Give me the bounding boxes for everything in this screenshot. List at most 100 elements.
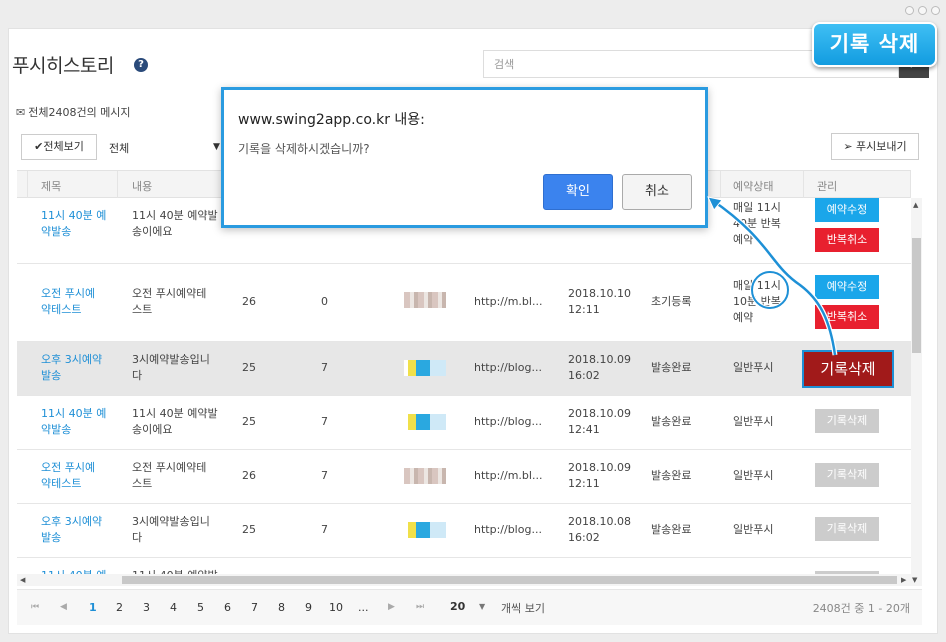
column-header-title[interactable]: 제목 xyxy=(41,178,61,194)
row-count-open: 7 xyxy=(321,469,328,482)
page-link[interactable]: 6 xyxy=(224,601,231,614)
row-title[interactable]: 오후 3시예약 발송 xyxy=(41,352,102,384)
app-window: 푸시히스토리 ? ⌕ 기록 삭제 ✉전체2408건의 메시지 ✔전체보기 전체 … xyxy=(0,0,946,642)
time-line: 16:02 xyxy=(568,531,600,544)
delete-record-button[interactable]: 기록삭제 xyxy=(815,463,879,487)
cancel-repeat-button[interactable]: 반복취소 xyxy=(815,305,879,329)
column-header-manage[interactable]: 관리 xyxy=(817,178,837,194)
send-push-button[interactable]: ➢ 푸시보내기 xyxy=(831,133,919,160)
vertical-scroll-thumb[interactable] xyxy=(912,238,921,353)
row-count-sent: 25 xyxy=(242,523,256,536)
view-all-button[interactable]: ✔전체보기 xyxy=(21,134,97,160)
page-link[interactable]: 1 xyxy=(89,601,97,614)
horizontal-scroll-thumb[interactable] xyxy=(122,576,897,584)
row-count-open: 7 xyxy=(321,415,328,428)
caret-down-icon[interactable]: ▼ xyxy=(213,142,220,152)
row-title[interactable]: 11시 40분 예약발송 xyxy=(41,406,106,438)
page-link[interactable]: 7 xyxy=(251,601,258,614)
page-link[interactable]: 2 xyxy=(116,601,123,614)
table-row[interactable]: 오후 3시예약 발송 3시예약발송입니 다 25 7 http://blog... … xyxy=(17,504,911,558)
title-line: 11시 40분 예 xyxy=(41,407,107,420)
page-link[interactable]: 5 xyxy=(197,601,204,614)
row-reserve: 매일 11시 10분 반복 예약 xyxy=(733,278,781,326)
last-page-icon[interactable]: ⏭ xyxy=(416,602,424,612)
content-line: 11시 40분 예약발 xyxy=(132,407,218,420)
column-header-content[interactable]: 내용 xyxy=(132,178,152,194)
horizontal-scrollbar[interactable]: ◀ ▶ ▼ xyxy=(17,574,922,586)
delete-record-button[interactable]: 기록삭제 xyxy=(815,517,879,541)
title-line: 오전 푸시예 xyxy=(41,461,96,474)
row-title[interactable]: 오전 푸시예 약테스트 xyxy=(41,286,95,318)
per-page-select[interactable]: 20 xyxy=(450,600,465,613)
cancel-repeat-button[interactable]: 반복취소 xyxy=(815,228,879,252)
table-row[interactable]: 오후 3시예약 발송 3시예약발송입니 다 25 7 http://blog... … xyxy=(17,342,911,396)
help-icon[interactable]: ? xyxy=(134,58,148,72)
scroll-up-icon[interactable]: ▲ xyxy=(913,201,918,209)
cancel-button[interactable]: 취소 xyxy=(622,174,692,210)
table-row[interactable]: 11시 40분 예 약발송 11시 40분 예약발 송이에요 25 7 http:/… xyxy=(17,396,911,450)
scroll-left-icon[interactable]: ◀ xyxy=(20,576,25,584)
window-button[interactable] xyxy=(918,6,927,15)
first-page-icon[interactable]: ⏮ xyxy=(31,602,39,612)
table-row[interactable]: 오전 푸시예 약테스트 오전 푸시예약테 스트 26 7 http://m.bl..… xyxy=(17,450,911,504)
time-line: 12:41 xyxy=(568,423,600,436)
dialog-message: 기록을 삭제하시겠습니까? xyxy=(238,142,370,156)
page-link[interactable]: 9 xyxy=(305,601,312,614)
edit-reservation-button[interactable]: 예약수정 xyxy=(815,198,879,222)
page-link[interactable]: 3 xyxy=(143,601,150,614)
page-link[interactable]: 8 xyxy=(278,601,285,614)
column-header-reserve[interactable]: 예약상태 xyxy=(733,178,773,194)
row-url[interactable]: http://m.bl... xyxy=(474,468,542,484)
page-link[interactable]: 4 xyxy=(170,601,177,614)
title-line: 발송 xyxy=(41,369,62,382)
caret-down-icon[interactable]: ▼ xyxy=(479,602,485,611)
scroll-right-icon[interactable]: ▶ xyxy=(901,576,906,584)
row-count-sent: 26 xyxy=(242,295,256,308)
reserve-line: 40분 반복 xyxy=(733,217,781,230)
envelope-icon: ✉ xyxy=(16,106,26,119)
row-title[interactable]: 오후 3시예약 발송 xyxy=(41,514,102,546)
row-content: 3시예약발송입니 다 xyxy=(132,352,210,384)
next-page-icon[interactable]: ▶ xyxy=(388,602,395,612)
row-title[interactable]: 11시 40분 예 약발송 xyxy=(41,208,106,240)
scroll-down-icon[interactable]: ▼ xyxy=(912,576,917,584)
row-url[interactable]: http://blog... xyxy=(474,360,542,376)
pagination-info: 2408건 중 1 - 20개 xyxy=(812,602,910,615)
column-divider xyxy=(803,171,804,198)
edit-reservation-button[interactable]: 예약수정 xyxy=(815,275,879,299)
row-content: 오전 푸시예약테 스트 xyxy=(132,460,206,492)
reserve-line: 매일 11시 xyxy=(733,201,781,214)
delete-record-button[interactable]: 기록삭제 xyxy=(802,350,894,388)
content-line: 3시예약발송입니 xyxy=(132,515,210,528)
row-url[interactable]: http://blog... xyxy=(474,414,542,430)
table-row[interactable]: 오전 푸시예 약테스트 오전 푸시예약테 스트 26 0 http://m.bl..… xyxy=(17,264,911,342)
row-url[interactable]: http://m.bl... xyxy=(474,294,542,310)
column-divider xyxy=(910,171,911,198)
table-row[interactable]: 11시 40분 예 11시 40분 예약발 기록삭제 xyxy=(17,558,911,574)
row-url[interactable]: http://blog... xyxy=(474,522,542,538)
window-button[interactable] xyxy=(931,6,940,15)
row-content: 11시 40분 예약발 송이에요 xyxy=(132,208,218,240)
prev-page-icon[interactable]: ◀ xyxy=(60,602,67,612)
content-line: 송이에요 xyxy=(132,225,173,238)
title-line: 약발송 xyxy=(41,423,72,436)
row-date: 2018.10.10 12:11 xyxy=(568,286,631,318)
delete-record-button[interactable]: 기록삭제 xyxy=(815,409,879,433)
row-date: 2018.10.09 12:41 xyxy=(568,406,631,438)
page-ellipsis[interactable]: ... xyxy=(358,601,369,614)
vertical-scrollbar[interactable]: ▲ xyxy=(911,198,922,574)
row-title[interactable]: 오전 푸시예 약테스트 xyxy=(41,460,95,492)
row-content: 11시 40분 예약발송이에요 xyxy=(132,406,218,438)
filter-select[interactable]: 전체 xyxy=(109,140,129,156)
thumbnail-image xyxy=(404,292,446,308)
thumbnail-image xyxy=(404,414,446,430)
confirm-button[interactable]: 확인 xyxy=(543,174,613,210)
row-reserve: 일반푸시 xyxy=(733,361,774,374)
date-line: 2018.10.08 xyxy=(568,515,631,528)
window-button[interactable] xyxy=(905,6,914,15)
message-count: ✉ 전체2408건의 메시지 xyxy=(16,104,131,120)
page-link[interactable]: 10 xyxy=(329,601,343,614)
title-line: 오후 3시예약 xyxy=(41,515,103,528)
content-line: 송이에요 xyxy=(132,423,173,436)
send-push-label: 푸시보내기 xyxy=(856,140,907,153)
